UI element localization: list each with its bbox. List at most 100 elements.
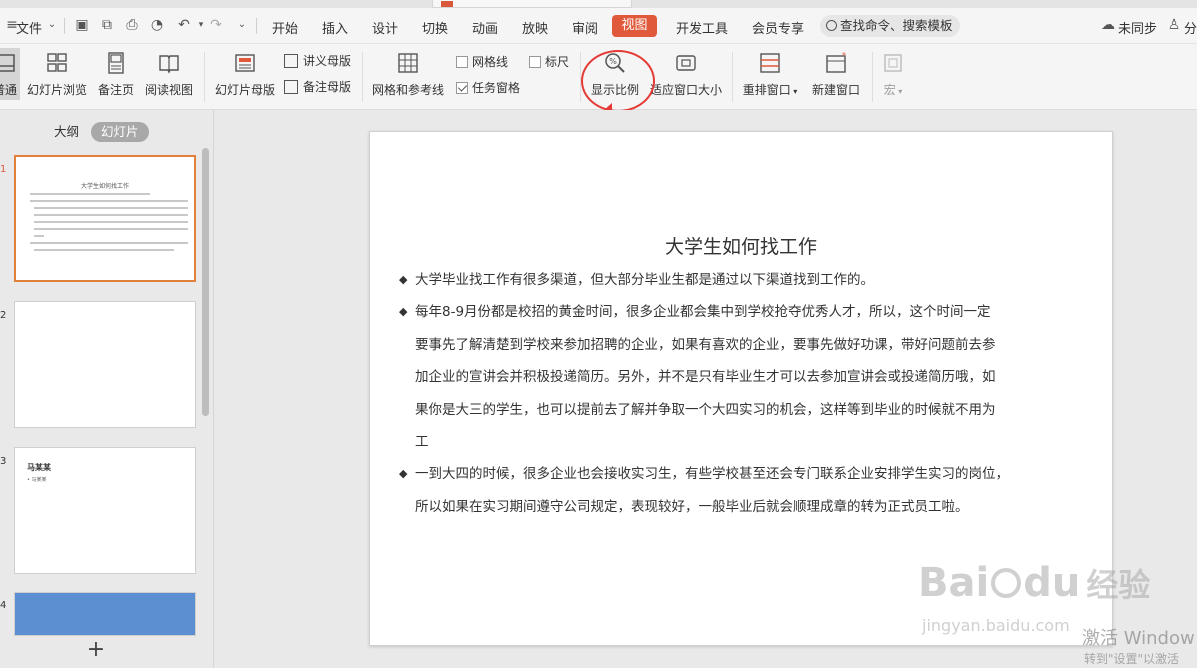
normal-view-label: 普通: [0, 83, 17, 97]
diamond-bullet-icon: ◆: [399, 273, 408, 286]
search-placeholder: 查找命令、搜索模板: [840, 18, 953, 33]
reading-view-button[interactable]: 阅读视图: [142, 44, 196, 110]
sync-status[interactable]: 未同步: [1118, 18, 1157, 37]
export-icon[interactable]: ⧉: [99, 17, 115, 33]
slide-title[interactable]: 大学生如何找工作: [370, 232, 1112, 259]
tab-outline[interactable]: 大纲: [54, 122, 79, 142]
thumb-line: [34, 228, 188, 230]
normal-view-icon: [0, 54, 15, 72]
thumb-bullet-text: 马某某: [31, 477, 47, 483]
thumb-line: [30, 242, 188, 244]
paragraph-line: 果你是大三的学生，也可以提前去了解并争取一个大四实习的机会，这样等到毕业的时候就…: [415, 401, 996, 418]
arrange-windows-icon: [760, 53, 780, 73]
tab-member[interactable]: 会员专享: [752, 18, 804, 37]
tab-review[interactable]: 审阅: [572, 18, 598, 37]
task-pane-checkbox[interactable]: 任务窗格: [456, 79, 520, 96]
redo-icon[interactable]: ↷: [208, 17, 224, 33]
divider: [204, 52, 205, 102]
bullet-paragraph-1[interactable]: ◆ 大学毕业找工作有很多渠道，但大部分毕业生都是通过以下渠道找到工作的。: [399, 264, 1085, 297]
arrange-windows-label: 重排窗口 ▾: [740, 81, 800, 98]
grid-icon: [398, 53, 418, 73]
thumb-line: [34, 221, 188, 223]
slide-browse-label: 幻灯片浏览: [26, 83, 87, 97]
thumb-title: 大学生如何找工作: [80, 183, 129, 190]
thumb-line: [34, 214, 188, 216]
thumb-line: [34, 249, 174, 251]
slide-number: 3: [0, 456, 7, 467]
undo-icon[interactable]: ↶: [176, 17, 192, 33]
file-menu[interactable]: 文件: [16, 18, 42, 37]
tab-home[interactable]: 开始: [272, 18, 298, 37]
preview-icon[interactable]: ◔: [149, 17, 165, 33]
undo-dropdown-icon[interactable]: ▾: [193, 17, 209, 33]
notes-master-label: 备注母版: [303, 80, 352, 94]
chevron-down-icon[interactable]: ⌄: [44, 17, 60, 33]
ruler-checkbox[interactable]: 标尺: [529, 53, 569, 70]
slide-thumbnail-4[interactable]: [14, 592, 196, 636]
normal-view-button[interactable]: 普通: [0, 44, 22, 110]
notes-page-label: 备注页: [97, 83, 134, 97]
baidu-watermark: Bai du 经验: [918, 560, 1150, 606]
grid-guides-label: 网格和参考线: [371, 83, 444, 97]
macro-text: 宏: [883, 83, 896, 97]
print-icon[interactable]: ⎙: [124, 17, 140, 33]
tab-design[interactable]: 设计: [372, 18, 398, 37]
grid-guides-button[interactable]: 网格和参考线: [368, 44, 448, 110]
notes-page-button[interactable]: 备注页: [95, 44, 137, 110]
slide-sorter-icon: [47, 53, 67, 72]
gridlines-checkbox[interactable]: 网格线: [456, 53, 508, 70]
slide-master-button[interactable]: 幻灯片母版: [212, 44, 278, 110]
ruler-check[interactable]: [529, 56, 541, 68]
slide-thumbnail-3[interactable]: 马某某 • 马某某: [14, 447, 196, 574]
slide-number: 1: [0, 164, 7, 175]
command-search[interactable]: 查找命令、搜索模板: [820, 15, 960, 37]
activate-windows-sub: 转到"设置"以激活: [1084, 652, 1180, 666]
save-icon[interactable]: ▣: [74, 17, 90, 33]
fit-window-icon: [676, 55, 696, 71]
slide-browse-button[interactable]: 幻灯片浏览: [26, 44, 88, 110]
divider: [872, 52, 873, 102]
task-pane-label: 任务窗格: [472, 81, 521, 95]
slide-thumbnail-1[interactable]: 大学生如何找工作: [14, 155, 196, 282]
macro-label: 宏 ▾: [876, 81, 910, 98]
macro-button[interactable]: 宏 ▾: [876, 44, 910, 110]
paw-icon: [991, 568, 1022, 598]
slide-thumbnail-2[interactable]: [14, 301, 196, 428]
add-slide-icon[interactable]: +: [86, 639, 106, 661]
handout-master-button[interactable]: 讲义母版: [284, 52, 351, 69]
diamond-bullet-icon: ◆: [399, 467, 408, 480]
divider: [256, 18, 257, 34]
panel-scrollbar[interactable]: [202, 148, 209, 416]
bullet-paragraph-2[interactable]: ◆ 每年8-9月份都是校招的黄金时间，很多企业都会集中到学校抢夺优秀人才，所以，…: [399, 296, 1085, 459]
gridlines-check[interactable]: [456, 56, 468, 68]
macro-icon: [884, 54, 902, 72]
share-button[interactable]: 分: [1184, 18, 1197, 37]
arrange-windows-button[interactable]: 重排窗口 ▾: [740, 44, 800, 110]
handout-master-icon: [284, 54, 298, 68]
fit-window-button[interactable]: 适应窗口大小: [650, 44, 722, 110]
search-icon: [826, 20, 837, 31]
document-tab[interactable]: [432, 0, 632, 8]
tab-slideshow[interactable]: 放映: [522, 18, 548, 37]
tab-insert[interactable]: 插入: [322, 18, 348, 37]
new-window-button[interactable]: * 新建窗口: [808, 44, 864, 110]
bullet-paragraph-3[interactable]: ◆ 一到大四的时候，很多企业也会接收实习生，有些学校甚至还会专门联系企业安排学生…: [399, 458, 1085, 523]
quick-access-chevron-icon[interactable]: ⌄: [234, 17, 250, 33]
slide-master-icon: [235, 54, 255, 72]
tab-view[interactable]: 视图: [612, 15, 657, 37]
svg-text:*: *: [842, 52, 846, 60]
notes-master-button[interactable]: 备注母版: [284, 78, 351, 95]
watermark-du: du: [1023, 560, 1081, 606]
activate-windows-title: 激活 Window: [1082, 628, 1195, 649]
task-pane-check[interactable]: [456, 82, 468, 94]
handout-master-label: 讲义母版: [303, 54, 352, 68]
slide-number: 2: [0, 310, 7, 321]
tab-developer[interactable]: 开发工具: [676, 18, 728, 37]
thumb-bullet: • 马某某: [27, 477, 47, 483]
tab-transitions[interactable]: 切换: [422, 18, 448, 37]
ruler-label: 标尺: [545, 55, 570, 69]
tab-slides[interactable]: 幻灯片: [91, 122, 149, 142]
panel-tabs: 大纲 幻灯片: [0, 122, 214, 142]
tab-animation[interactable]: 动画: [472, 18, 498, 37]
slide-number: 4: [0, 600, 7, 611]
